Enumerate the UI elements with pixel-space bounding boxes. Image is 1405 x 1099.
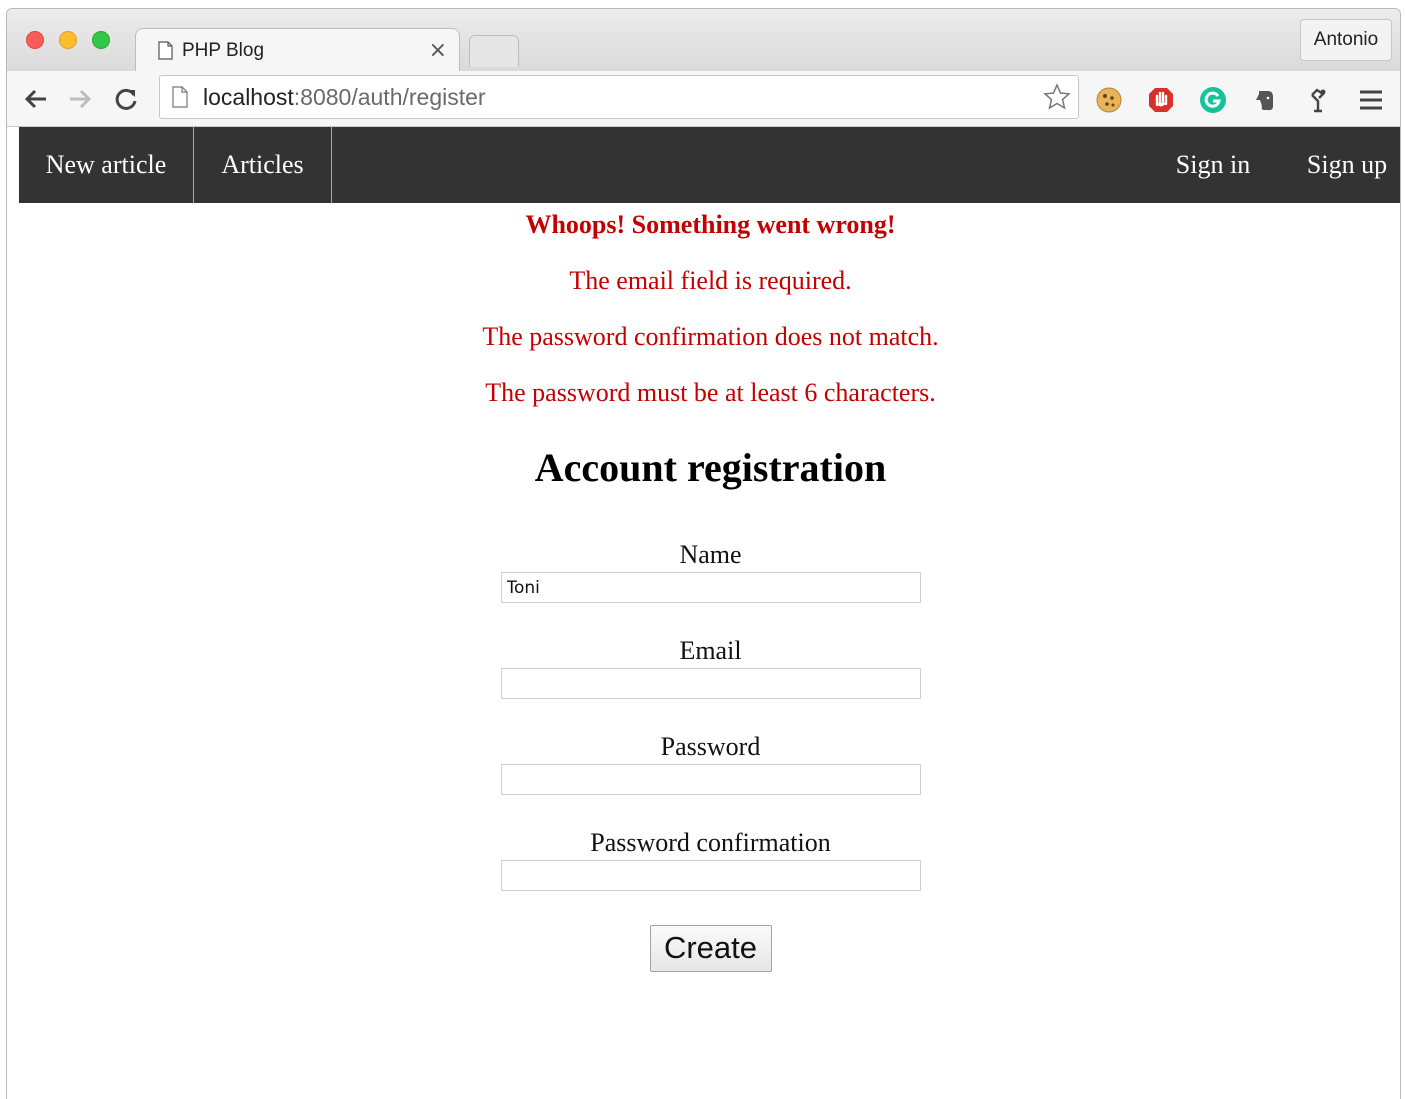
nav-sign-in-link[interactable]: Sign in — [1158, 127, 1268, 203]
tab-title: PHP Blog — [182, 40, 265, 61]
tab-strip: PHP Blog × Antonio — [7, 9, 1400, 72]
password-confirmation-label: Password confirmation — [590, 828, 831, 857]
minimize-window-button[interactable] — [59, 31, 77, 49]
page-icon — [158, 41, 173, 60]
name-input[interactable] — [500, 572, 921, 603]
page-viewport: New article Articles Sign in Sign up Who… — [19, 127, 1400, 1099]
password-label: Password — [660, 732, 761, 761]
password-confirmation-field-group: Password confirmation — [19, 828, 1400, 891]
maximize-window-button[interactable] — [92, 31, 110, 49]
page-title: Account registration — [534, 445, 887, 490]
site-navbar: New article Articles Sign in Sign up — [19, 127, 1400, 203]
page-info-icon[interactable] — [172, 86, 188, 108]
hamburger-menu-icon[interactable] — [1357, 86, 1385, 114]
password-confirmation-input[interactable] — [500, 860, 921, 891]
error-message: The password confirmation does not match… — [482, 322, 939, 351]
close-window-button[interactable] — [26, 31, 44, 49]
new-tab-button[interactable] — [469, 35, 519, 67]
grammarly-icon[interactable] — [1199, 86, 1227, 114]
name-label: Name — [679, 540, 742, 569]
url-path: :8080/auth/register — [293, 84, 486, 110]
browser-window: PHP Blog × Antonio localhost:8080/auth/r… — [6, 8, 1401, 1099]
name-field-group: Name — [19, 540, 1400, 603]
nav-sign-up-link[interactable]: Sign up — [1292, 127, 1400, 203]
password-input[interactable] — [500, 764, 921, 795]
address-bar[interactable]: localhost:8080/auth/register — [159, 75, 1079, 119]
error-message: The email field is required. — [569, 266, 852, 295]
url-text: localhost:8080/auth/register — [203, 84, 486, 111]
url-host: localhost — [203, 84, 294, 110]
password-field-group: Password — [19, 732, 1400, 795]
evernote-elephant-icon[interactable] — [1251, 86, 1279, 114]
error-title: Whoops! Something went wrong! — [525, 210, 896, 239]
profile-button[interactable]: Antonio — [1300, 19, 1392, 61]
back-arrow-icon[interactable] — [21, 84, 51, 114]
email-label: Email — [679, 636, 742, 665]
error-box: Whoops! Something went wrong! The email … — [19, 209, 1400, 409]
close-tab-icon[interactable]: × — [429, 38, 447, 63]
cookie-icon[interactable] — [1095, 86, 1123, 114]
forward-arrow-icon[interactable] — [65, 84, 95, 114]
reload-icon[interactable] — [111, 84, 141, 114]
email-field-group: Email — [19, 636, 1400, 699]
star-icon[interactable] — [1042, 82, 1072, 112]
page-content: Whoops! Something went wrong! The email … — [19, 203, 1400, 972]
browser-toolbar: localhost:8080/auth/register — [7, 71, 1400, 127]
registration-form: Name Email Password Password confirmatio… — [19, 540, 1400, 972]
lamp-extension-icon[interactable] — [1303, 86, 1331, 114]
nav-new-article-link[interactable]: New article — [19, 127, 194, 203]
create-button[interactable]: Create — [649, 925, 772, 972]
tab-php-blog[interactable]: PHP Blog × — [135, 28, 460, 72]
error-message: The password must be at least 6 characte… — [485, 378, 936, 407]
email-input[interactable] — [500, 668, 921, 699]
nav-articles-link[interactable]: Articles — [194, 127, 332, 203]
adblock-hand-icon[interactable] — [1147, 86, 1175, 114]
